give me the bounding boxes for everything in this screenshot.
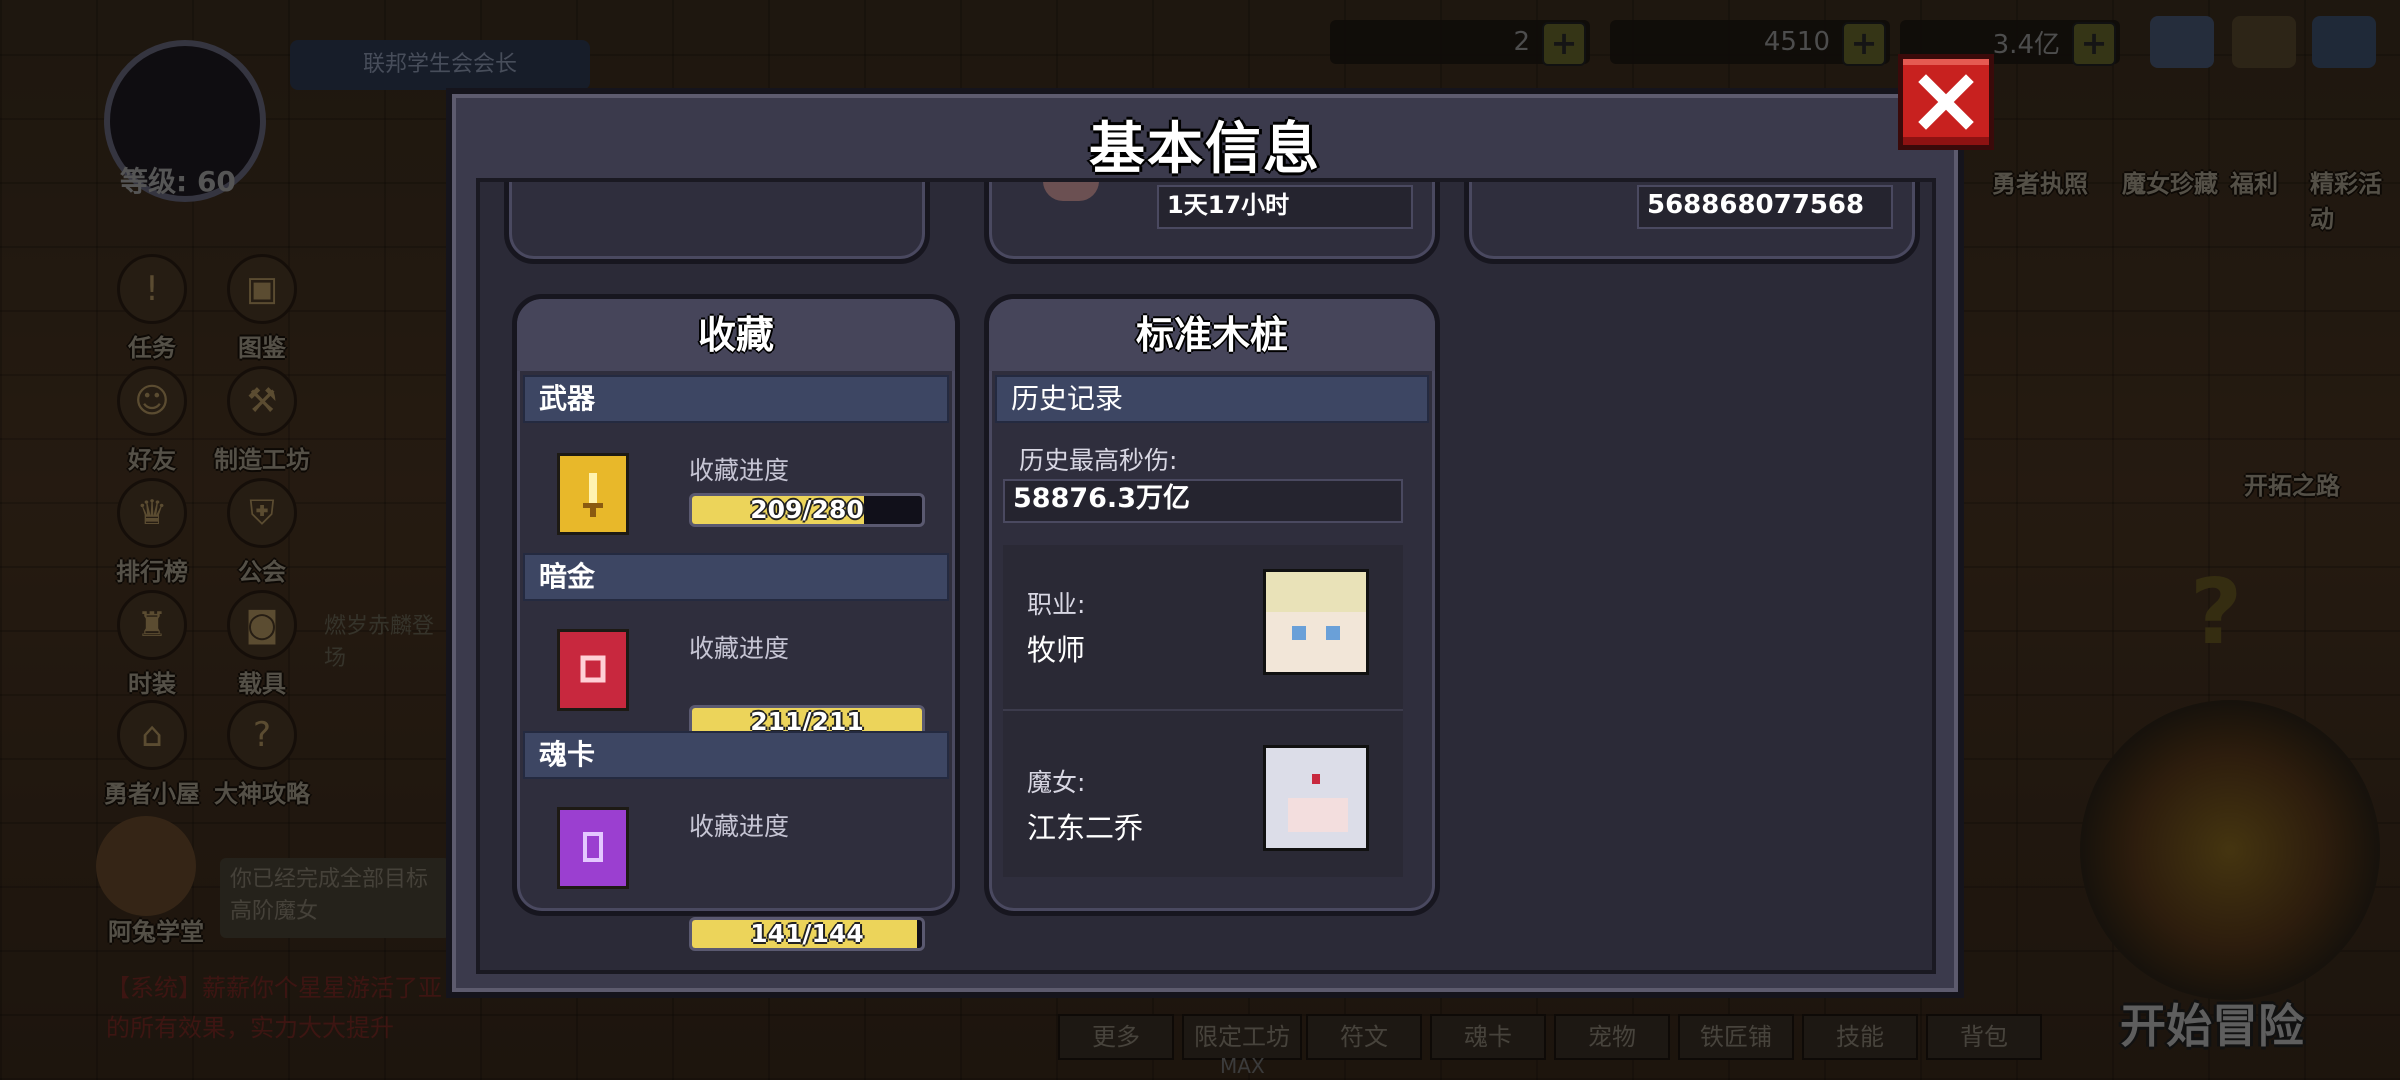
darkgold-book-icon (557, 629, 629, 711)
priest-portrait (1263, 569, 1369, 675)
stat-card-3-value: 568868077568 (1637, 185, 1893, 229)
weapon-progress-text: 209/280 (750, 495, 864, 524)
soulcard-progress-bar: 141/144 (689, 917, 925, 951)
witch-label: 魔女: (1027, 768, 1086, 797)
soulcard-progress-label: 收藏进度 (689, 812, 790, 841)
soulcard-book-icon (557, 807, 629, 889)
witch-portrait (1263, 745, 1369, 851)
close-icon (1918, 74, 1974, 130)
loadout-panel: 职业: 牧师 魔女: 江东二乔 (1003, 545, 1403, 877)
modal-title: 基本信息 (1089, 117, 1321, 182)
stat-card-1 (504, 182, 930, 264)
loadout-divider (1003, 709, 1403, 711)
stat-card-2-icon (1043, 182, 1099, 201)
collection-card: 收藏 武器 收藏进度 209/280 暗金 收藏进度 211/211 魂卡 收藏… (512, 294, 960, 951)
modal-content-panel: 1天17小时 568868077568 收藏 武器 收藏进度 209/280 暗… (476, 178, 1936, 974)
witch-value: 江东二乔 (1027, 811, 1144, 845)
soulcard-progress-text: 141/144 (750, 919, 864, 948)
class-value: 牧师 (1027, 633, 1086, 667)
collection-section-soulcards: 魂卡 (523, 731, 949, 779)
collection-card-title: 收藏 (517, 299, 955, 371)
darkgold-progress-label: 收藏进度 (689, 634, 790, 663)
collection-section-darkgold: 暗金 (523, 553, 949, 601)
weapon-book-icon (557, 453, 629, 535)
weapon-progress-label: 收藏进度 (689, 456, 790, 485)
max-dps-value: 58876.3万亿 (1003, 479, 1403, 523)
stat-card-3: 568868077568 (1464, 182, 1920, 264)
max-dps-label: 历史最高秒伤: (1019, 446, 1178, 475)
close-button[interactable] (1898, 54, 1994, 150)
class-label: 职业: (1027, 590, 1086, 619)
stat-card-2-value: 1天17小时 (1157, 185, 1413, 229)
weapon-progress-bar: 209/280 (689, 493, 925, 527)
training-dummy-title: 标准木桩 (989, 299, 1435, 371)
training-dummy-card: 标准木桩 历史记录 历史最高秒伤: 58876.3万亿 职业: 牧师 魔女: 江… (984, 294, 1440, 916)
history-record-header: 历史记录 (995, 375, 1429, 423)
collection-section-weapons: 武器 (523, 375, 949, 423)
stat-card-2: 1天17小时 (984, 182, 1440, 264)
